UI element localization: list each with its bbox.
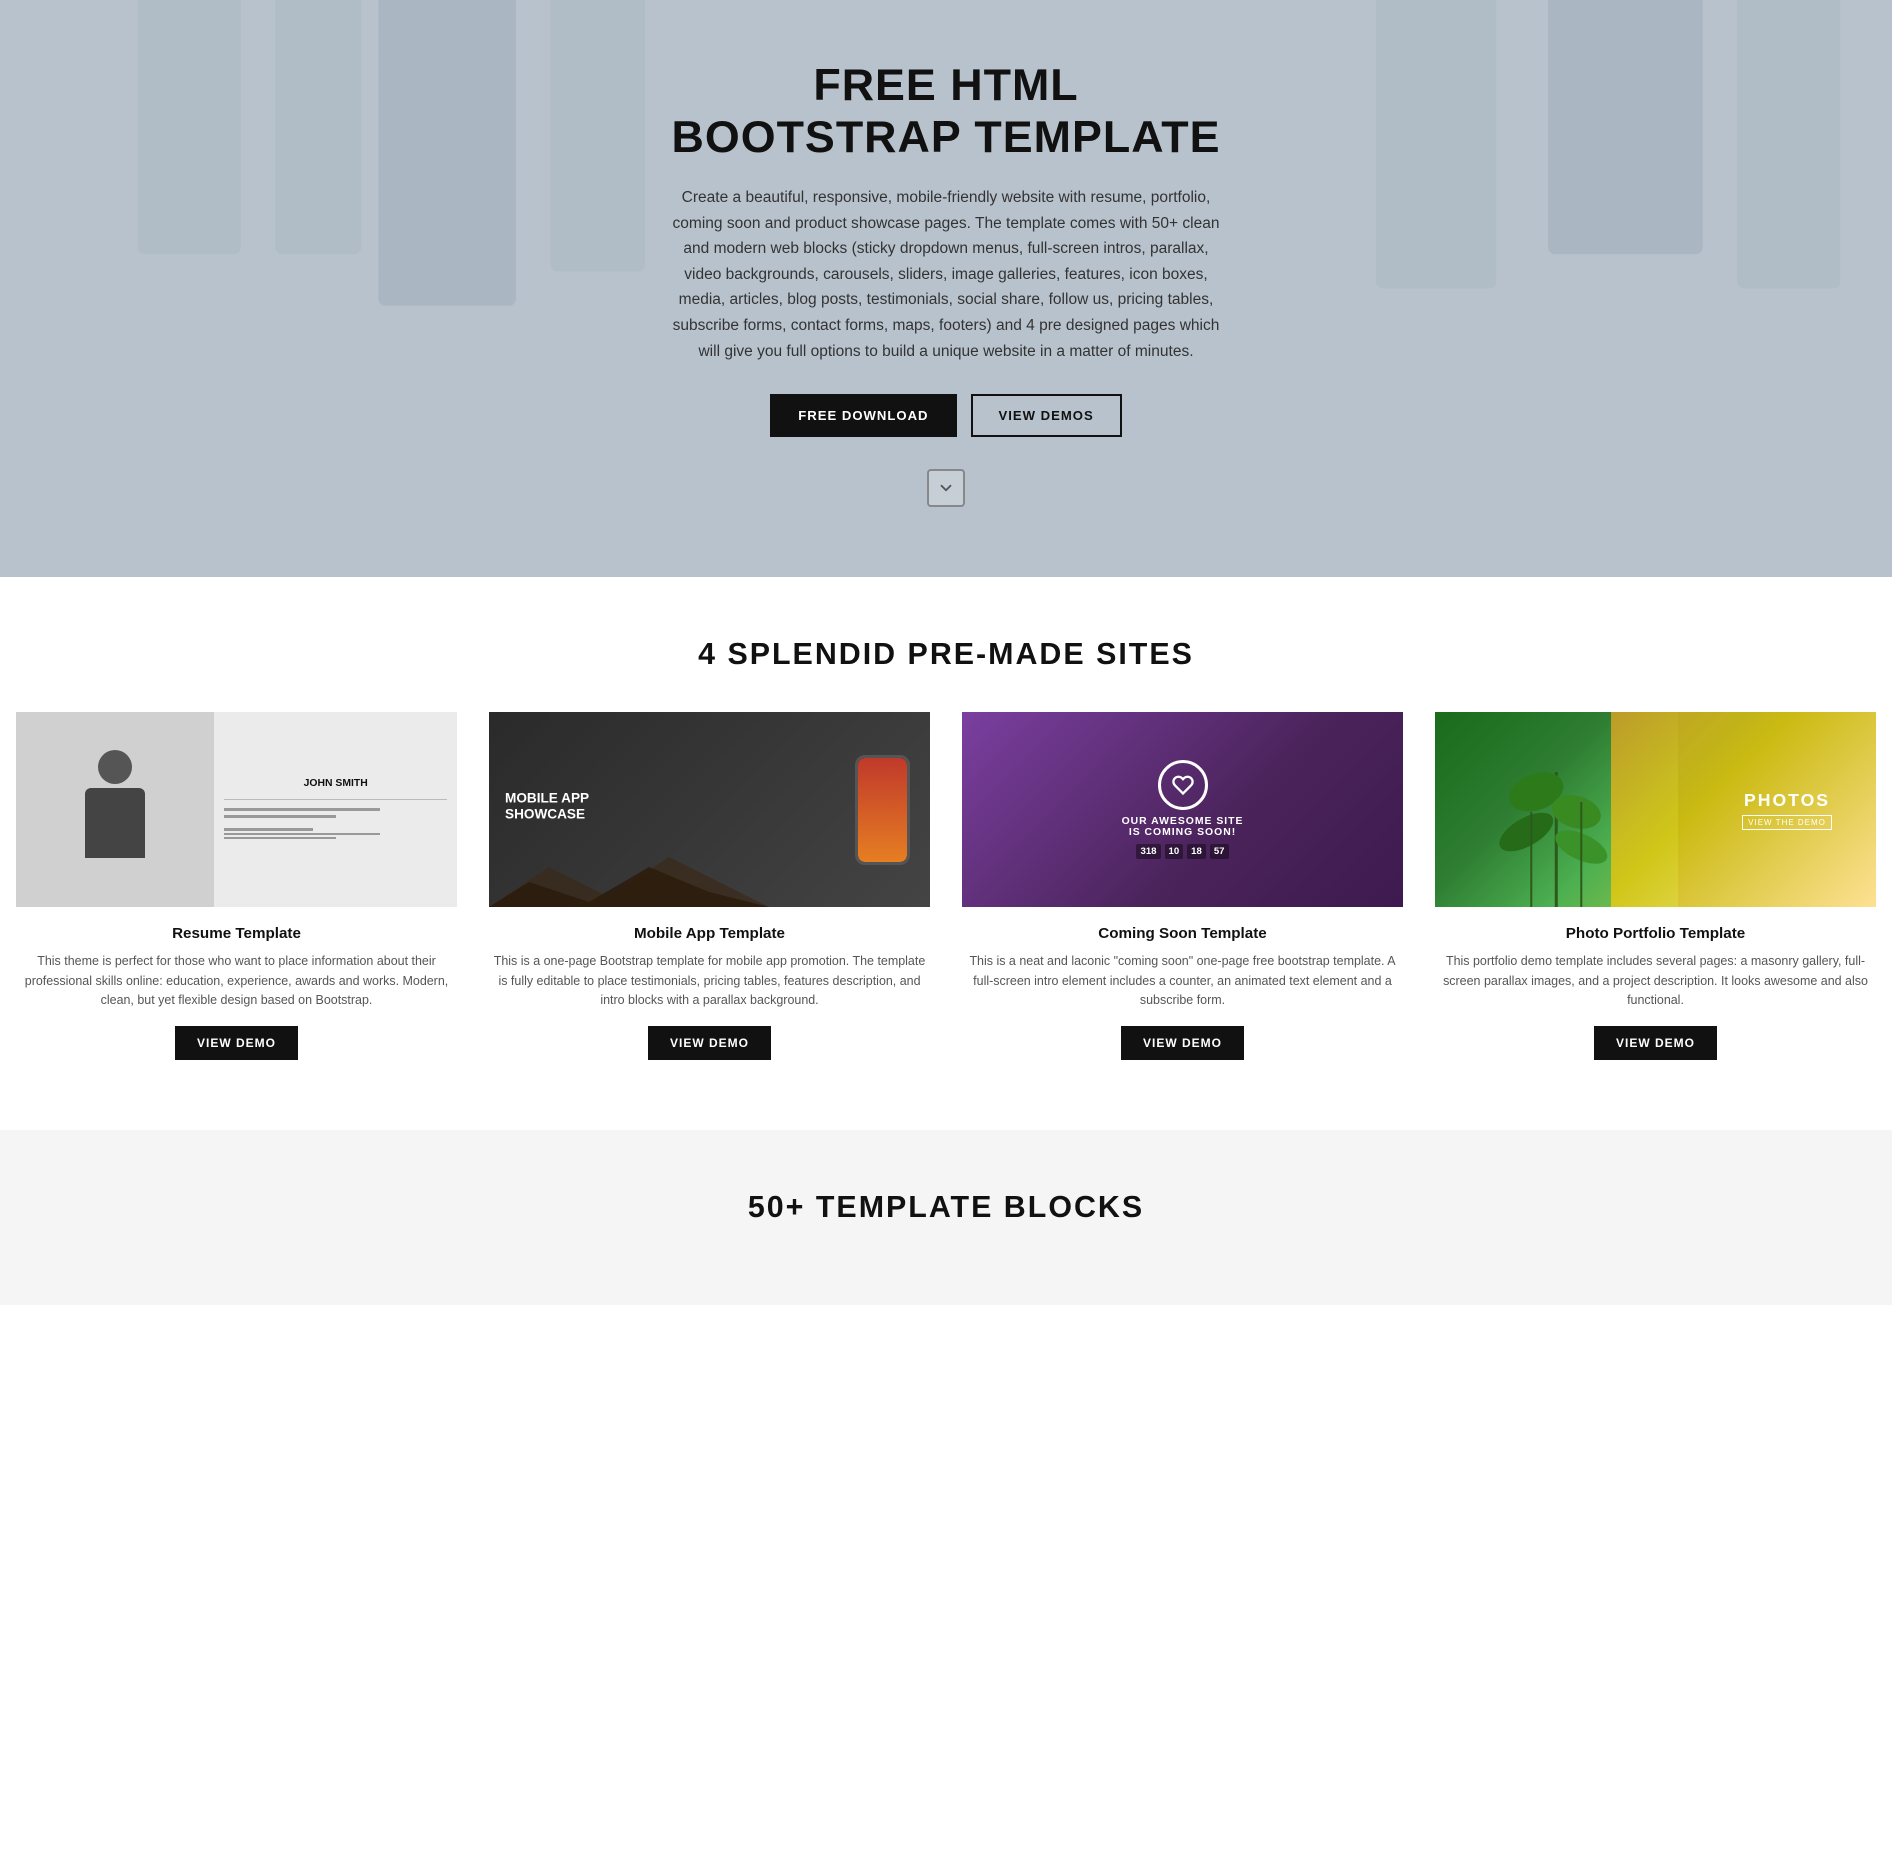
counter-seconds: 57 — [1210, 844, 1229, 859]
resume-view-demo-button[interactable]: VIEW DEMO — [175, 1026, 298, 1060]
resume-line-5 — [224, 837, 335, 839]
photo-title-overlay: PHOTOS VIEW THE DEMO — [1742, 790, 1832, 830]
coming-card-title: Coming Soon Template — [1098, 925, 1266, 942]
resume-line-3 — [224, 828, 313, 831]
person-silhouette — [75, 750, 155, 870]
photo-main-text: PHOTOS — [1742, 790, 1832, 811]
coming-card: OUR AWESOME SITEIS COMING SOON! 318 10 1… — [946, 712, 1419, 1090]
hero-buttons: FREE DOWNLOAD VIEW DEMOS — [666, 394, 1226, 437]
free-download-button[interactable]: FREE DOWNLOAD — [770, 394, 956, 437]
resume-line-2 — [224, 815, 335, 818]
counter-hours: 10 — [1165, 844, 1184, 859]
hero-content: FREE HTML BOOTSTRAP TEMPLATE Create a be… — [646, 0, 1246, 577]
mobile-headline-line2: SHOWCASE — [505, 806, 589, 822]
mobile-headline-line1: MOBILE APP — [505, 790, 589, 806]
view-demos-button[interactable]: VIEW DEMOS — [971, 394, 1122, 437]
mobile-card: MOBILE APP SHOWCASE Mobile App Template … — [473, 712, 946, 1090]
coming-thumb-text: OUR AWESOME SITEIS COMING SOON! — [1122, 816, 1244, 838]
hero-description: Create a beautiful, responsive, mobile-f… — [666, 185, 1226, 364]
resume-line-1 — [224, 808, 380, 811]
premade-section: 4 SPLENDID PRE-MADE SITES JOHN SMITH — [0, 577, 1892, 1130]
mobile-view-demo-button[interactable]: VIEW DEMO — [648, 1026, 771, 1060]
silhouette-head — [98, 750, 132, 784]
coming-counter: 318 10 18 57 — [1136, 844, 1228, 859]
mobile-thumb-headline: MOBILE APP SHOWCASE — [505, 790, 589, 823]
mountain-icon — [489, 847, 769, 907]
resume-thumbnail: JOHN SMITH — [16, 712, 457, 907]
template-blocks-section: 50+ TEMPLATE BLOCKS — [0, 1130, 1892, 1305]
phone-mockup — [855, 755, 910, 865]
heart-icon — [1158, 760, 1208, 810]
resume-name: JOHN SMITH — [224, 778, 447, 789]
counter-minutes: 18 — [1187, 844, 1206, 859]
resume-card-desc: This theme is perfect for those who want… — [16, 952, 457, 1010]
hero-section: FREE HTML BOOTSTRAP TEMPLATE Create a be… — [0, 0, 1892, 577]
photo-card: PHOTOS VIEW THE DEMO Photo Portfolio Tem… — [1419, 712, 1892, 1090]
scroll-down-button[interactable] — [927, 469, 965, 507]
resume-thumb-right: JOHN SMITH — [214, 712, 457, 907]
resume-card: JOHN SMITH Resume Template — [0, 712, 473, 1090]
cards-row: JOHN SMITH Resume Template — [0, 712, 1892, 1090]
counter-days: 318 — [1136, 844, 1160, 859]
photo-view-demo-button[interactable]: VIEW DEMO — [1594, 1026, 1717, 1060]
photo-card-desc: This portfolio demo template includes se… — [1435, 952, 1876, 1010]
premade-title: 4 SPLENDID PRE-MADE SITES — [0, 637, 1892, 672]
mobile-card-desc: This is a one-page Bootstrap template fo… — [489, 952, 930, 1010]
silhouette-body — [85, 788, 145, 858]
photo-sub-text: VIEW THE DEMO — [1742, 815, 1832, 830]
coming-view-demo-button[interactable]: VIEW DEMO — [1121, 1026, 1244, 1060]
phone-screen — [858, 758, 907, 862]
hero-title: FREE HTML BOOTSTRAP TEMPLATE — [666, 60, 1226, 163]
chevron-down-icon — [937, 479, 955, 497]
photo-card-title: Photo Portfolio Template — [1566, 925, 1745, 942]
mobile-card-title: Mobile App Template — [634, 925, 785, 942]
resume-card-title: Resume Template — [172, 925, 301, 942]
resume-thumb-left — [16, 712, 214, 907]
coming-thumbnail: OUR AWESOME SITEIS COMING SOON! 318 10 1… — [962, 712, 1403, 907]
template-blocks-title: 50+ TEMPLATE BLOCKS — [0, 1190, 1892, 1225]
resume-line-4 — [224, 833, 380, 835]
mobile-thumbnail: MOBILE APP SHOWCASE — [489, 712, 930, 907]
coming-card-desc: This is a neat and laconic "coming soon"… — [962, 952, 1403, 1010]
photo-thumbnail: PHOTOS VIEW THE DEMO — [1435, 712, 1876, 907]
